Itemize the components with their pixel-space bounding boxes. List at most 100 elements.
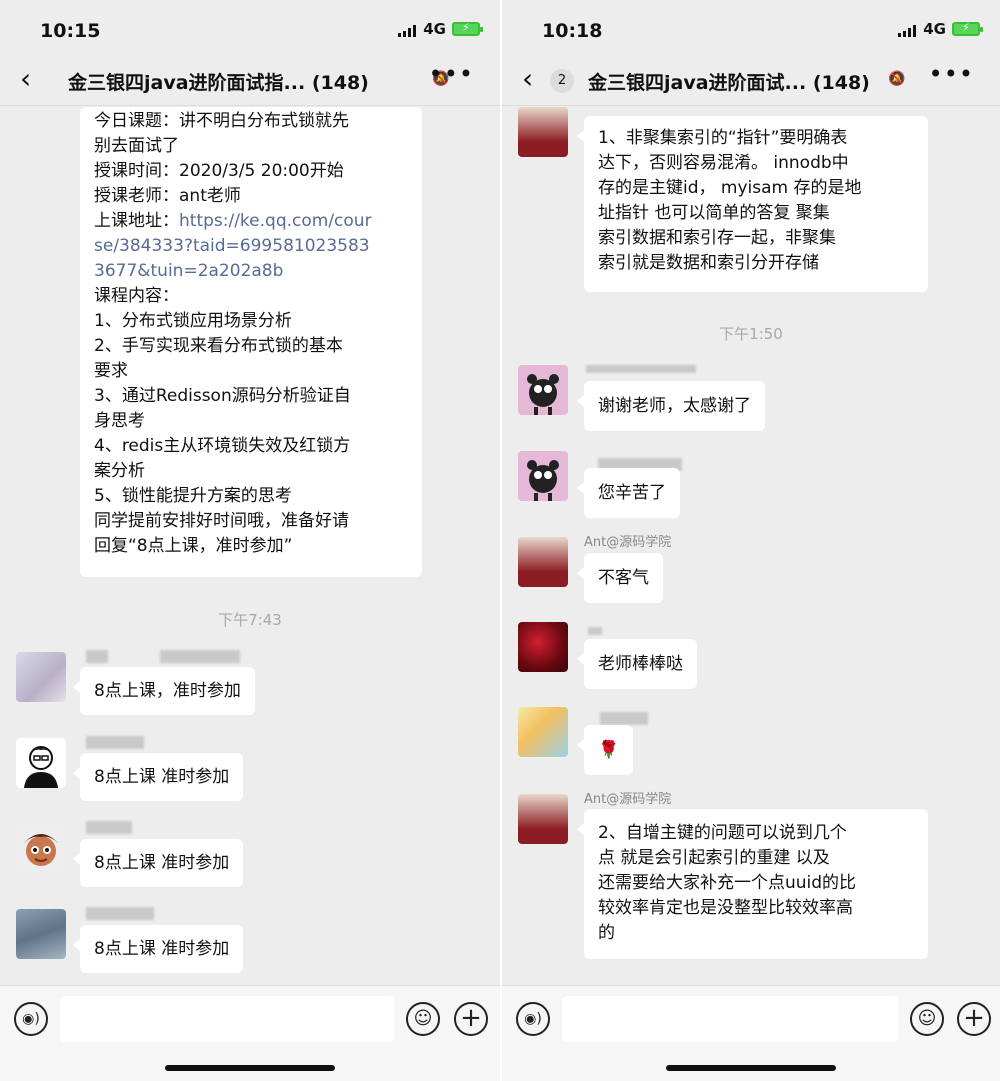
input-bar: ◉) ☺ + — [502, 985, 1000, 1081]
voice-icon[interactable]: ◉) — [516, 1002, 550, 1036]
sender-name: Ant@源码学院 — [584, 792, 672, 807]
network-label: 4G — [923, 20, 946, 38]
sender-name-blurred — [86, 650, 108, 663]
chat-header: ‹ 金三银四java进阶面试指... (148) 🔕 ••• — [0, 56, 500, 106]
sender-name-blurred — [588, 627, 602, 635]
message-bubble[interactable]: 1、非聚集索引的“指针”要明确表 达下，否则容易混淆。 innodb中 存的是主… — [577, 116, 928, 292]
avatar-cartoon-icon — [527, 374, 559, 415]
emoji-icon[interactable]: ☺ — [910, 1002, 944, 1036]
announcement-line: 4、redis主从环境锁失效及红锁方 — [94, 436, 351, 456]
battery-icon: ⚡ — [952, 21, 983, 36]
avatar-cartoon-icon — [24, 834, 58, 866]
message-input[interactable] — [562, 996, 898, 1042]
avatar[interactable] — [16, 823, 66, 873]
message-text: 不客气 — [598, 568, 649, 588]
rose-emoji: 🌹 — [598, 740, 620, 760]
member-count: (148) — [812, 72, 870, 94]
signal-icon — [398, 25, 416, 37]
announcement-line: 别去面试了 — [94, 136, 179, 156]
avatar[interactable] — [16, 909, 66, 959]
message-bubble[interactable]: 老师棒棒哒 — [577, 639, 697, 689]
announcement-line: 回复“8点上课，准时参加” — [94, 536, 293, 556]
message-bubble[interactable]: 8点上课 准时参加 — [72, 839, 244, 887]
announcement-line: 授课老师：ant老师 — [94, 186, 241, 206]
avatar[interactable] — [518, 365, 568, 415]
avatar[interactable] — [518, 622, 568, 672]
avatar-cartoon-icon — [527, 460, 559, 501]
message-text: 谢谢老师，太感谢了 — [598, 396, 751, 416]
message-text: 还需要给大家补充一个点uuid的比 — [598, 873, 857, 893]
avatar[interactable] — [16, 738, 66, 788]
mute-icon: 🔕 — [888, 71, 906, 87]
avatar[interactable] — [518, 707, 568, 757]
message-input[interactable] — [60, 996, 394, 1042]
avatar[interactable] — [16, 652, 66, 702]
plus-icon[interactable]: + — [454, 1002, 488, 1036]
left-screen: 10:15 4G ⚡ ‹ 金三银四java进阶面试指... (148) 🔕 ••… — [0, 0, 500, 1081]
member-count: (148) — [311, 72, 369, 94]
more-icon[interactable]: ••• — [429, 60, 474, 88]
sender-name-blurred — [586, 365, 696, 373]
home-indicator — [165, 1065, 335, 1071]
right-screen: 10:18 4G ⚡ ‹ 2 金三银四java进阶面试... (148) 🔕 •… — [502, 0, 1000, 1081]
voice-icon[interactable]: ◉) — [14, 1002, 48, 1036]
message-bubble[interactable]: 8点上课 准时参加 — [72, 753, 244, 801]
announcement-line: 今日课题：讲不明白分布式锁就先 — [94, 111, 349, 131]
chat-title: 金三银四java进阶面试指... (148) — [68, 72, 369, 94]
message-bubble[interactable]: 不客气 — [577, 553, 663, 603]
message-list[interactable]: 今日课题：讲不明白分布式锁就先 别去面试了 授课时间：2020/3/5 20:0… — [0, 107, 500, 985]
message-bubble[interactable]: 2、自增主键的问题可以说到几个 点 就是会引起索引的重建 以及 还需要给大家补充… — [577, 809, 928, 959]
announcement-line: 3、通过Redisson源码分析验证自 — [94, 386, 351, 406]
message-text: 的 — [598, 923, 615, 943]
chat-header: ‹ 2 金三银四java进阶面试... (148) 🔕 ••• — [502, 56, 1000, 106]
announcement-bubble[interactable]: 今日课题：讲不明白分布式锁就先 别去面试了 授课时间：2020/3/5 20:0… — [80, 107, 422, 577]
unread-badge[interactable]: 2 — [550, 69, 574, 93]
avatar[interactable] — [518, 537, 568, 587]
announcement-line: 课程内容： — [94, 286, 179, 306]
course-link-line2[interactable]: se/384333?taid=699581023583 — [94, 234, 408, 259]
message-text: 8点上课，准时参加 — [94, 681, 241, 701]
message-text: 索引数据和索引存一起，非聚集 — [598, 228, 836, 248]
message-bubble[interactable]: 🌹 — [576, 725, 634, 775]
emoji-icon[interactable]: ☺ — [406, 1002, 440, 1036]
sender-name-blurred — [86, 821, 132, 834]
avatar[interactable] — [518, 794, 568, 844]
avatar-cartoon-icon — [24, 746, 58, 788]
home-indicator — [666, 1065, 836, 1071]
avatar[interactable] — [518, 451, 568, 501]
network-label: 4G — [423, 20, 446, 38]
back-icon[interactable]: ‹ — [522, 64, 533, 94]
avatar[interactable] — [518, 107, 568, 157]
message-text: 8点上课 准时参加 — [94, 767, 230, 787]
signal-icon — [898, 25, 916, 37]
announcement-line: 身思考 — [94, 411, 145, 431]
status-time: 10:15 — [40, 20, 101, 42]
message-text: 您辛苦了 — [598, 483, 666, 503]
sender-name-blurred — [160, 650, 240, 663]
announcement-line: 案分析 — [94, 461, 145, 481]
more-icon[interactable]: ••• — [929, 60, 974, 88]
sender-name-blurred — [86, 736, 144, 749]
plus-icon[interactable]: + — [957, 1002, 991, 1036]
course-link[interactable]: 上课地址：https://ke.qq.com/cour — [94, 209, 408, 234]
battery-icon: ⚡ — [452, 21, 483, 36]
message-text: 老师棒棒哒 — [598, 654, 683, 674]
message-text: 8点上课 准时参加 — [94, 939, 230, 959]
status-time: 10:18 — [542, 20, 603, 42]
message-text: 1、非聚集索引的“指针”要明确表 — [598, 128, 848, 148]
announcement-line: 2、手写实现来看分布式锁的基本 — [94, 336, 343, 356]
message-bubble[interactable]: 8点上课 准时参加 — [72, 925, 244, 973]
course-link-line3[interactable]: 3677&tuin=2a202a8b — [94, 259, 408, 284]
message-text: 8点上课 准时参加 — [94, 853, 230, 873]
sender-name-blurred — [86, 907, 154, 920]
message-bubble[interactable]: 8点上课，准时参加 — [73, 667, 255, 715]
message-text: 存的是主键id， myisam 存的是地 — [598, 178, 862, 198]
message-list[interactable]: 1、非聚集索引的“指针”要明确表 达下，否则容易混淆。 innodb中 存的是主… — [502, 107, 1000, 985]
message-text: 点 就是会引起索引的重建 以及 — [598, 848, 830, 868]
message-bubble[interactable]: 您辛苦了 — [577, 468, 680, 518]
back-icon[interactable]: ‹ — [20, 64, 31, 94]
status-bar: 10:15 4G ⚡ — [0, 0, 500, 56]
message-text: 索引就是数据和索引分开存储 — [598, 253, 819, 273]
announcement-line: 要求 — [94, 361, 128, 381]
message-bubble[interactable]: 谢谢老师，太感谢了 — [577, 381, 765, 431]
